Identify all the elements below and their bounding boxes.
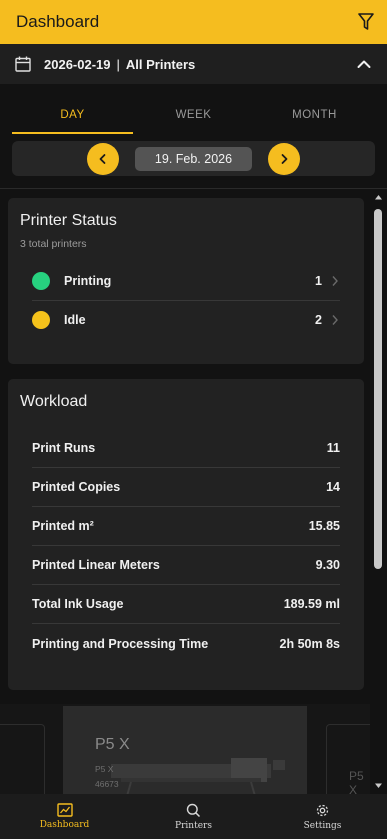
workload-row-printed-area: Printed m² 15.85: [32, 507, 340, 546]
status-count: 1: [315, 274, 322, 288]
workload-row-print-runs: Print Runs 11: [32, 429, 340, 468]
nav-label: Dashboard: [39, 820, 90, 830]
chevron-right-icon: [281, 153, 288, 164]
workload-title: Workload: [20, 393, 88, 410]
metric-value: 14: [326, 480, 340, 494]
metric-label: Printed Copies: [32, 480, 121, 494]
printing-status-dot: [32, 272, 50, 290]
status-row-printing[interactable]: Printing 1: [32, 262, 340, 300]
next-day-button[interactable]: [268, 142, 301, 175]
nav-label: Printers: [175, 820, 212, 831]
metric-label: Printing and Processing Time: [32, 636, 209, 651]
printer-model: P5 X: [95, 764, 114, 774]
printer-serial: 46673: [95, 779, 119, 789]
total-printers-subtitle: 3 total printers: [20, 238, 352, 250]
bottom-navigation: Dashboard Printers Settings: [0, 794, 387, 839]
nav-label: Settings: [303, 820, 342, 831]
search-icon: [186, 803, 201, 817]
filter-icon[interactable]: [355, 11, 377, 33]
period-tabs: DAY WEEK MONTH: [0, 96, 387, 134]
nav-settings[interactable]: Settings: [258, 794, 387, 839]
status-count: 2: [315, 313, 322, 327]
dashboard-icon: [56, 803, 73, 817]
scrollbar-thumb[interactable]: [374, 209, 382, 569]
total-printers-count: 3: [20, 238, 26, 250]
chevron-left-icon: [99, 153, 106, 164]
previous-day-button[interactable]: [86, 142, 119, 175]
selected-printers: All Printers: [125, 56, 196, 72]
chevron-up-icon[interactable]: [355, 55, 373, 73]
context-separator: |: [116, 56, 120, 72]
metric-label: Print Runs: [32, 441, 96, 455]
scrollbar[interactable]: [372, 189, 385, 794]
page-title: Dashboard: [16, 12, 100, 31]
calendar-icon: [14, 55, 32, 73]
metric-value: 2h 50m 8s: [279, 636, 340, 651]
workload-card: Workload Print Runs 11 Printed Copies 14 P…: [8, 379, 364, 690]
total-printers-label: total printers: [28, 238, 87, 250]
current-date-pill[interactable]: 19. Feb. 2026: [134, 146, 253, 171]
next-printer-name: P5 X: [349, 769, 364, 794]
metric-value: 9.30: [315, 558, 340, 572]
date-navigator: 19. Feb. 2026: [12, 141, 375, 176]
metric-label: Printed Linear Meters: [32, 558, 160, 572]
metric-value: 189.59 ml: [283, 597, 340, 611]
metric-label: Total Ink Usage: [32, 597, 124, 611]
selected-date: 2026-02-19: [44, 56, 111, 72]
scroll-down-arrow-icon[interactable]: [374, 782, 383, 790]
metric-value: 11: [326, 441, 340, 455]
workload-row-processing-time: Printing and Processing Time 2h 50m 8s: [32, 624, 340, 663]
nav-printers[interactable]: Printers: [129, 794, 258, 839]
app-bar: Dashboard: [0, 0, 387, 44]
status-label: Printing: [64, 274, 112, 288]
tab-month[interactable]: MONTH: [254, 96, 375, 134]
tab-week[interactable]: WEEK: [133, 96, 254, 134]
metric-label: Printed m²: [32, 519, 94, 533]
gear-icon: [316, 804, 329, 816]
workload-row-linear-meters: Printed Linear Meters 9.30: [32, 546, 340, 585]
filter-summary-bar[interactable]: 2026-02-19 | All Printers: [0, 44, 387, 84]
chevron-right-icon: [332, 315, 338, 325]
chevron-right-icon: [332, 276, 338, 286]
printer-image: [111, 758, 285, 794]
printer-card-previous[interactable]: [0, 724, 45, 794]
printer-card-current[interactable]: P5 X P5 X 46673: [63, 706, 307, 794]
printer-name: P5 X: [95, 736, 130, 753]
workload-row-ink-usage: Total Ink Usage 189.59 ml: [32, 585, 340, 624]
printer-status-title: Printer Status: [20, 212, 117, 229]
printer-status-card: Printer Status 3 total printers Printing…: [8, 198, 364, 364]
scroll-up-arrow-icon[interactable]: [374, 193, 383, 201]
workload-row-printed-copies: Printed Copies 14: [32, 468, 340, 507]
metric-value: 15.85: [308, 519, 340, 533]
status-row-idle[interactable]: Idle 2: [32, 301, 340, 339]
nav-dashboard[interactable]: Dashboard: [0, 794, 129, 839]
tab-day[interactable]: DAY: [12, 96, 133, 134]
idle-status-dot: [32, 311, 50, 329]
dashboard-content[interactable]: Printer Status 3 total printers Printing…: [0, 189, 370, 794]
status-label: Idle: [64, 313, 86, 327]
